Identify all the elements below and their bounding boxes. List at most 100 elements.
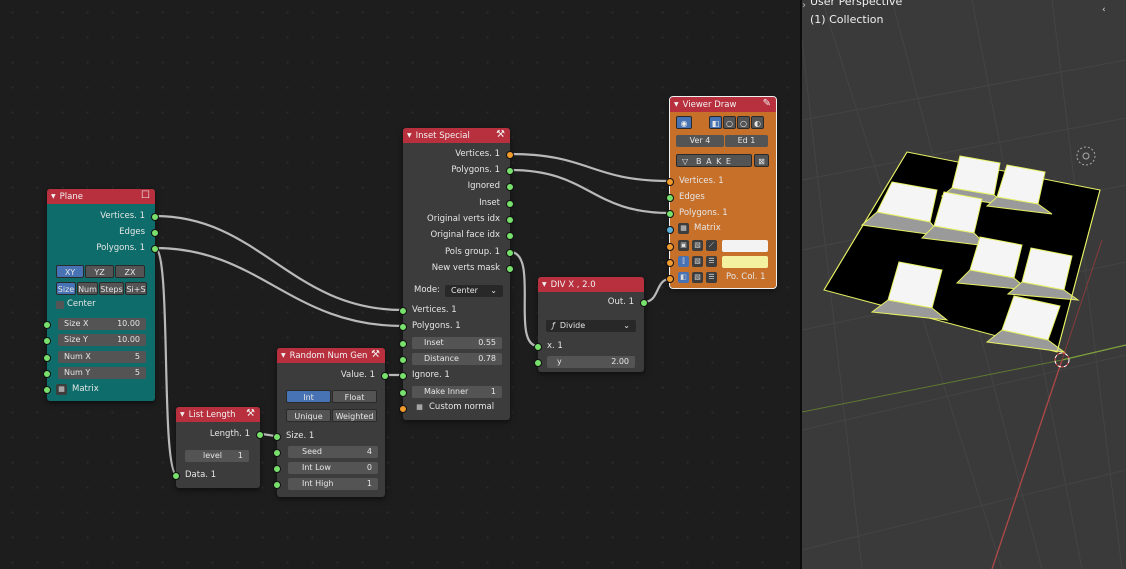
vertex-count-field[interactable]: Ver 4 [676,135,724,147]
socket[interactable] [666,243,674,251]
axis-zx-button[interactable]: ZX [115,265,145,278]
socket[interactable] [399,405,407,413]
mode-dropdown[interactable]: Center ⌄ [445,285,503,297]
mode-num-button[interactable]: Num [77,282,98,295]
weighted-button[interactable]: Weighted [332,409,377,422]
collapse-chevron-icon[interactable]: ▼ [51,193,56,200]
socket[interactable] [151,229,159,237]
mode-size-button[interactable]: Size [56,282,76,295]
socket[interactable] [399,340,407,348]
mode-steps-button[interactable]: Steps [99,282,124,295]
socket[interactable] [506,249,514,257]
socket[interactable] [381,372,389,380]
socket[interactable] [506,167,514,175]
edge-width-icon[interactable]: ☰ [706,256,717,267]
socket[interactable] [506,183,514,191]
unique-button[interactable]: Unique [286,409,331,422]
socket[interactable] [43,386,51,394]
socket[interactable] [666,259,674,267]
axis-xy-button[interactable]: XY [56,265,84,278]
face-shade-icon[interactable]: ☰ [706,272,717,283]
vertex-mode-icon[interactable]: ◧ [709,116,722,129]
make-inner-field[interactable]: Make Inner 1 [412,386,502,398]
vertex-color-icon[interactable]: ▣ [678,240,689,251]
socket[interactable] [151,213,159,221]
socket[interactable] [43,321,51,329]
bake-button[interactable]: ▽ B A K E [676,154,752,167]
socket[interactable] [666,226,674,234]
face-toggle-icon[interactable]: ◧ [678,272,689,283]
socket[interactable] [506,265,514,273]
edge-display-icon[interactable]: ▧ [692,256,703,267]
edge-mode-icon[interactable]: ○ [723,116,736,129]
socket[interactable] [151,245,159,253]
socket[interactable] [172,472,180,480]
eye-toggle-icon[interactable]: ◉ [676,116,692,129]
face-mode-icon[interactable]: ○ [737,116,750,129]
edge-toggle-icon[interactable]: ⫿ [678,256,689,267]
viewer-draw-node[interactable]: ▼ Viewer Draw ✎ ◉ ◧ ○ ○ ◐ Ver 4 Ed 1 ▽ B … [666,96,777,289]
socket[interactable] [256,431,264,439]
int-button[interactable]: Int [286,390,331,403]
list-length-header[interactable]: ▼ List Length ⚒ [176,407,260,422]
socket[interactable] [534,343,542,351]
color-swatch-2[interactable] [722,256,768,268]
socket[interactable] [399,307,407,315]
level-field[interactable]: level 1 [185,450,249,462]
collapse-chevron-icon[interactable]: ▼ [407,132,412,139]
socket[interactable] [399,323,407,331]
socket[interactable] [43,370,51,378]
socket[interactable] [43,337,51,345]
viewer-draw-header[interactable]: ▼ Viewer Draw ✎ [670,97,776,112]
collapse-chevron-icon[interactable]: ▼ [674,101,679,108]
face-display-icon[interactable]: ▧ [692,272,703,283]
color-swatch-1[interactable] [722,240,768,252]
socket[interactable] [666,275,674,283]
seed-field[interactable]: Seed 4 [288,446,378,458]
socket[interactable] [399,389,407,397]
collapse-chevron-icon[interactable]: ▼ [180,411,185,418]
socket[interactable] [666,210,674,218]
socket[interactable] [399,356,407,364]
socket[interactable] [534,359,542,367]
3d-viewport[interactable]: ‹ › User Perspective (1) Collection [802,0,1126,569]
num-x-field[interactable]: Num X5 [58,351,146,363]
socket[interactable] [640,299,648,307]
socket[interactable] [666,194,674,202]
size-y-field[interactable]: Size Y 10.00 [58,334,146,346]
socket[interactable] [273,465,281,473]
inset-special-node[interactable]: ▼ Inset Special ⚒ Vertices. 1 Polygons. … [399,128,514,420]
pencil-icon[interactable]: ✎ [763,98,771,109]
distance-field[interactable]: Distance 0.78 [412,353,502,365]
plane-node-header[interactable]: ▼ Plane ☐ [47,189,155,204]
inset-field[interactable]: Inset 0.55 [412,337,502,349]
collapse-chevron-icon[interactable]: ▼ [542,281,547,288]
square-icon[interactable]: ☐ [141,190,150,201]
socket[interactable] [506,151,514,159]
edge-color-icon[interactable]: ▧ [692,240,703,251]
num-y-field[interactable]: Num Y5 [58,367,146,379]
collapse-arrow-icon[interactable]: › [802,0,806,11]
socket[interactable] [506,232,514,240]
float-button[interactable]: Float [332,390,377,403]
div-node-header[interactable]: ▼ DIV X , 2.0 [538,277,644,292]
socket[interactable] [506,200,514,208]
y-field[interactable]: y 2.00 [547,356,635,368]
axis-yz-button[interactable]: YZ [85,265,114,278]
operation-dropdown[interactable]: ƒ Divide ⌄ [546,320,636,332]
div-node[interactable]: ▼ DIV X , 2.0 Out. 1 ƒ Divide ⌄ x. 1 y 2.00 [534,277,648,372]
target-icon[interactable]: ⊠ [754,154,769,167]
socket[interactable] [666,178,674,186]
socket[interactable] [273,449,281,457]
list-length-node[interactable]: ▼ List Length ⚒ Length. 1 level 1 Data. 1 [172,407,264,488]
socket[interactable] [506,216,514,224]
node-editor[interactable]: ▼ Plane ☐ Vertices. 1 Edges Polygons. 1 … [0,0,800,569]
int-low-field[interactable]: Int Low 0 [288,462,378,474]
int-high-field[interactable]: Int High 1 [288,478,378,490]
edge-count-field[interactable]: Ed 1 [725,135,768,147]
mode-sis-button[interactable]: Si+S [125,282,147,295]
socket[interactable] [273,433,281,441]
shade-mode-icon[interactable]: ◐ [751,116,764,129]
random-num-gen-node[interactable]: ▼ Random Num Gen ⚒ Value. 1 Int Float Un… [273,348,389,497]
center-checkbox[interactable] [56,301,64,309]
